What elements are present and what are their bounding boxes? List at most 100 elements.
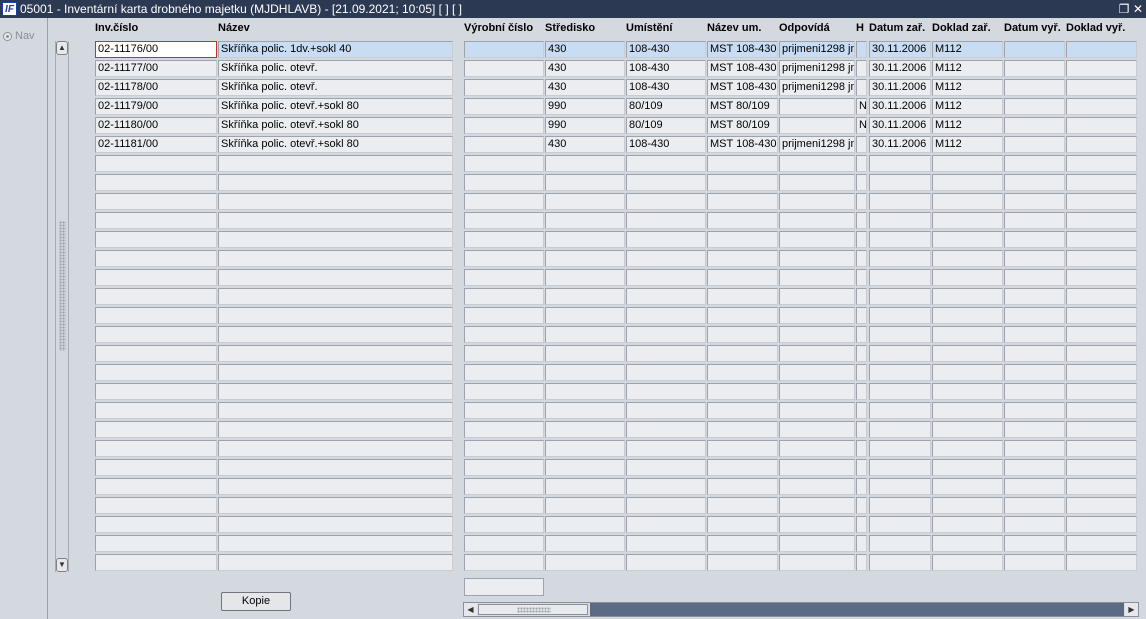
cell-nazev-um[interactable] <box>707 535 778 552</box>
cell-inv[interactable] <box>95 326 217 343</box>
cell-stredisko[interactable] <box>545 478 625 495</box>
cell-umisteni[interactable] <box>626 155 706 172</box>
cell-datum-zar[interactable] <box>869 535 931 552</box>
cell-nazev-um[interactable] <box>707 193 778 210</box>
cell-h[interactable] <box>856 231 867 248</box>
cell-datum-vyr[interactable] <box>1004 193 1065 210</box>
cell-inv[interactable]: 02-11180/00 <box>95 117 217 134</box>
restore-icon[interactable]: ❐ <box>1117 0 1131 18</box>
cell-doklad-vyr[interactable] <box>1066 383 1137 400</box>
cell-h[interactable] <box>856 459 867 476</box>
scroll-down-icon[interactable]: ▼ <box>56 558 68 572</box>
cell-doklad-vyr[interactable] <box>1066 231 1137 248</box>
cell-datum-zar[interactable] <box>869 155 931 172</box>
cell-umisteni[interactable] <box>626 212 706 229</box>
cell-nazev-um[interactable] <box>707 421 778 438</box>
cell-odpovida[interactable] <box>779 421 855 438</box>
cell-inv[interactable] <box>95 421 217 438</box>
cell-umisteni[interactable] <box>626 535 706 552</box>
cell-doklad-zar[interactable] <box>932 383 1003 400</box>
cell-datum-vyr[interactable] <box>1004 535 1065 552</box>
cell-nazev-um[interactable] <box>707 440 778 457</box>
cell-stredisko[interactable] <box>545 212 625 229</box>
cell-nazev[interactable] <box>218 231 453 248</box>
cell-inv[interactable] <box>95 174 217 191</box>
cell-odpovida[interactable] <box>779 98 855 115</box>
cell-vyrobni[interactable] <box>464 193 544 210</box>
cell-datum-zar[interactable] <box>869 174 931 191</box>
cell-vyrobni[interactable] <box>464 117 544 134</box>
cell-datum-vyr[interactable] <box>1004 155 1065 172</box>
cell-doklad-zar[interactable] <box>932 364 1003 381</box>
cell-nazev[interactable] <box>218 516 453 533</box>
cell-umisteni[interactable] <box>626 174 706 191</box>
cell-datum-zar[interactable] <box>869 440 931 457</box>
cell-vyrobni[interactable] <box>464 402 544 419</box>
cell-inv[interactable] <box>95 497 217 514</box>
cell-stredisko[interactable] <box>545 402 625 419</box>
cell-vyrobni[interactable] <box>464 421 544 438</box>
cell-inv[interactable]: 02-11179/00 <box>95 98 217 115</box>
cell-inv[interactable] <box>95 345 217 362</box>
cell-doklad-vyr[interactable] <box>1066 421 1137 438</box>
cell-stredisko[interactable]: 430 <box>545 79 625 96</box>
cell-umisteni[interactable] <box>626 516 706 533</box>
cell-doklad-zar[interactable]: M112 <box>932 117 1003 134</box>
cell-odpovida[interactable] <box>779 231 855 248</box>
cell-doklad-zar[interactable] <box>932 307 1003 324</box>
cell-doklad-zar[interactable] <box>932 554 1003 571</box>
cell-nazev[interactable] <box>218 535 453 552</box>
cell-odpovida[interactable] <box>779 117 855 134</box>
cell-doklad-zar[interactable] <box>932 250 1003 267</box>
cell-vyrobni[interactable] <box>464 155 544 172</box>
cell-doklad-vyr[interactable] <box>1066 98 1137 115</box>
cell-odpovida[interactable] <box>779 212 855 229</box>
scroll-left-icon[interactable]: ◀ <box>464 603 477 616</box>
cell-vyrobni[interactable] <box>464 41 544 58</box>
cell-vyrobni[interactable] <box>464 98 544 115</box>
cell-doklad-vyr[interactable] <box>1066 117 1137 134</box>
cell-umisteni[interactable] <box>626 269 706 286</box>
cell-stredisko[interactable]: 430 <box>545 60 625 77</box>
cell-doklad-zar[interactable] <box>932 402 1003 419</box>
cell-datum-zar[interactable] <box>869 345 931 362</box>
cell-h[interactable] <box>856 307 867 324</box>
cell-vyrobni[interactable] <box>464 364 544 381</box>
cell-doklad-vyr[interactable] <box>1066 60 1137 77</box>
close-icon[interactable]: ✕ <box>1131 0 1145 18</box>
cell-h[interactable] <box>856 421 867 438</box>
cell-nazev[interactable] <box>218 421 453 438</box>
cell-h[interactable] <box>856 554 867 571</box>
cell-inv[interactable] <box>95 193 217 210</box>
cell-datum-vyr[interactable] <box>1004 440 1065 457</box>
cell-inv[interactable] <box>95 516 217 533</box>
cell-nazev-um[interactable] <box>707 383 778 400</box>
cell-doklad-vyr[interactable] <box>1066 193 1137 210</box>
cell-nazev-um[interactable] <box>707 231 778 248</box>
cell-umisteni[interactable] <box>626 193 706 210</box>
cell-datum-vyr[interactable] <box>1004 459 1065 476</box>
cell-vyrobni[interactable] <box>464 212 544 229</box>
cell-doklad-zar[interactable]: M112 <box>932 136 1003 153</box>
cell-datum-zar[interactable] <box>869 231 931 248</box>
cell-stredisko[interactable]: 990 <box>545 98 625 115</box>
cell-doklad-vyr[interactable] <box>1066 459 1137 476</box>
cell-datum-zar[interactable]: 30.11.2006 <box>869 41 931 58</box>
cell-nazev[interactable] <box>218 212 453 229</box>
cell-nazev[interactable] <box>218 364 453 381</box>
cell-odpovida[interactable] <box>779 193 855 210</box>
cell-nazev-um[interactable] <box>707 497 778 514</box>
cell-vyrobni[interactable] <box>464 440 544 457</box>
cell-umisteni[interactable] <box>626 421 706 438</box>
cell-h[interactable] <box>856 326 867 343</box>
cell-datum-vyr[interactable] <box>1004 402 1065 419</box>
cell-odpovida[interactable] <box>779 516 855 533</box>
cell-inv[interactable]: 02-11176/00 <box>95 41 217 58</box>
cell-datum-vyr[interactable] <box>1004 326 1065 343</box>
horizontal-scrollbar[interactable]: ◀ ▶ <box>463 602 1139 617</box>
cell-h[interactable] <box>856 41 867 58</box>
scroll-up-icon[interactable]: ▲ <box>56 41 68 55</box>
cell-inv[interactable] <box>95 535 217 552</box>
cell-inv[interactable] <box>95 212 217 229</box>
cell-stredisko[interactable] <box>545 554 625 571</box>
